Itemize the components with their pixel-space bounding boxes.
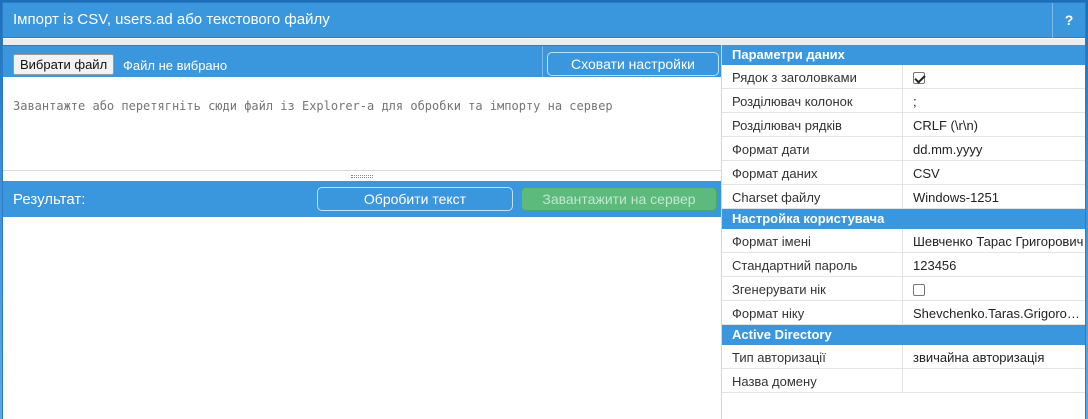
setting-value[interactable]: dd.mm.yyyy bbox=[902, 137, 1085, 161]
resize-handle[interactable] bbox=[351, 175, 373, 178]
setting-value[interactable]: Шевченко Тарас Григорович bbox=[902, 229, 1085, 253]
setting-row-domain-name[interactable]: Назва домену bbox=[722, 369, 1085, 393]
hide-settings-button[interactable]: Сховати настройки bbox=[547, 52, 719, 76]
setting-label: Рядок з заголовками bbox=[732, 70, 857, 85]
setting-row-generate-nick: Згенерувати нік bbox=[722, 277, 1085, 301]
setting-label: Формат імені bbox=[732, 234, 811, 249]
section-active-directory: Active Directory bbox=[722, 325, 1085, 345]
section-data-params: Параметри даних bbox=[722, 45, 1085, 65]
window-title: Імпорт із CSV, users.ad або текстового ф… bbox=[13, 11, 330, 28]
choose-file-button[interactable]: Вибрати файл bbox=[13, 54, 115, 75]
setting-row-data-format[interactable]: Формат даних CSV bbox=[722, 161, 1085, 185]
setting-value bbox=[902, 65, 1085, 89]
header-row-checkbox[interactable] bbox=[913, 71, 925, 84]
setting-value[interactable]: CSV bbox=[902, 161, 1085, 185]
setting-row-row-separator[interactable]: Розділювач рядків CRLF (\r\n) bbox=[722, 113, 1085, 137]
title-bar: Імпорт із CSV, users.ad або текстового ф… bbox=[3, 3, 1085, 38]
setting-label: Формат дати bbox=[732, 142, 810, 157]
setting-row-column-separator[interactable]: Розділювач колонок ; bbox=[722, 89, 1085, 113]
setting-value[interactable]: 123456 bbox=[902, 253, 1085, 277]
upload-to-server-button[interactable]: Завантажити на сервер bbox=[521, 187, 717, 211]
setting-label: Згенерувати нік bbox=[732, 282, 826, 297]
setting-label: Назва домену bbox=[732, 374, 817, 389]
source-text-input[interactable] bbox=[3, 77, 721, 171]
setting-value bbox=[902, 277, 1085, 301]
setting-value[interactable]: Windows-1251 bbox=[902, 185, 1085, 209]
setting-row-date-format[interactable]: Формат дати dd.mm.yyyy bbox=[722, 137, 1085, 161]
setting-value[interactable] bbox=[902, 369, 1085, 393]
result-area bbox=[3, 217, 721, 419]
setting-row-charset[interactable]: Charset файлу Windows-1251 bbox=[722, 185, 1085, 209]
setting-row-default-password[interactable]: Стандартний пароль 123456 bbox=[722, 253, 1085, 277]
import-window: Імпорт із CSV, users.ad або текстового ф… bbox=[2, 2, 1086, 419]
setting-row-auth-type[interactable]: Тип авторизації звичайна авторизація bbox=[722, 345, 1085, 369]
setting-label: Формат ніку bbox=[732, 306, 805, 321]
setting-value[interactable]: Shevchenko.Taras.Grigorovich bbox=[902, 301, 1085, 325]
setting-value[interactable]: звичайна авторизація bbox=[902, 345, 1085, 369]
file-status: Файл не вибрано bbox=[123, 58, 228, 73]
setting-label: Розділювач колонок bbox=[732, 94, 853, 109]
setting-label: Тип авторизації bbox=[732, 350, 826, 365]
setting-value[interactable]: CRLF (\r\n) bbox=[902, 113, 1085, 137]
setting-label: Розділювач рядків bbox=[732, 118, 842, 133]
settings-panel: Параметри даних Рядок з заголовками Розд… bbox=[722, 45, 1085, 419]
section-user-settings: Настройка користувача bbox=[722, 209, 1085, 229]
setting-row-nick-format[interactable]: Формат ніку Shevchenko.Taras.Grigorovich bbox=[722, 301, 1085, 325]
result-label: Результат: bbox=[13, 191, 86, 208]
process-text-button[interactable]: Обробити текст bbox=[317, 187, 513, 211]
setting-label: Стандартний пароль bbox=[732, 258, 858, 273]
setting-row-header-row: Рядок з заголовками bbox=[722, 65, 1085, 89]
input-panel: Вибрати файл Файл не вибрано Сховати нас… bbox=[3, 45, 721, 419]
setting-label: Формат даних bbox=[732, 166, 818, 181]
setting-label: Charset файлу bbox=[732, 190, 821, 205]
setting-value[interactable]: ; bbox=[902, 89, 1085, 113]
help-button[interactable]: ? bbox=[1052, 3, 1085, 38]
generate-nick-checkbox[interactable] bbox=[913, 283, 925, 296]
result-toolbar: Результат: Обробити текст Завантажити на… bbox=[3, 181, 721, 217]
setting-row-name-format[interactable]: Формат імені Шевченко Тарас Григорович bbox=[722, 229, 1085, 253]
toolbar-divider bbox=[542, 46, 543, 78]
file-toolbar: Вибрати файл Файл не вибрано Сховати нас… bbox=[3, 45, 721, 78]
